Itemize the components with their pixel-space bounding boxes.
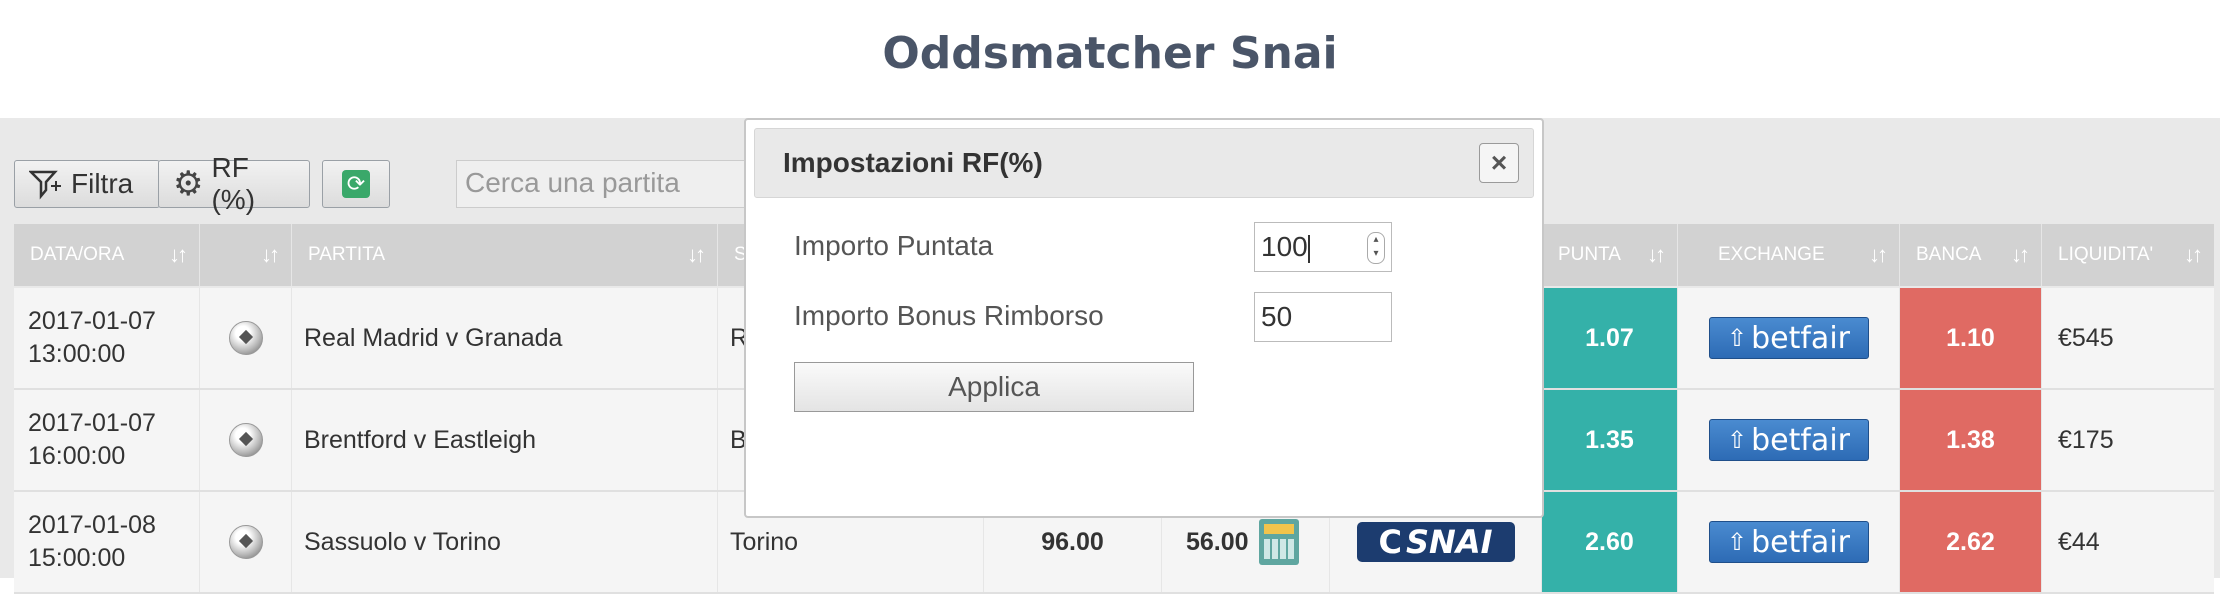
punta-odds[interactable]: 1.35: [1542, 390, 1678, 490]
stake-label: Importo Puntata: [794, 230, 994, 261]
exchange-cell[interactable]: ⇧ betfair: [1678, 390, 1900, 490]
sort-icon: ↓↑: [2184, 242, 2203, 267]
betfair-logo[interactable]: ⇧ betfair: [1708, 419, 1869, 461]
refresh-icon: ⟳: [342, 170, 370, 198]
bonus-label: Importo Bonus Rimborso: [794, 300, 1104, 331]
betfair-arrow-icon: ⇧: [1727, 324, 1748, 352]
text-cursor: [1307, 234, 1310, 263]
close-button[interactable]: ×: [1479, 143, 1519, 183]
col-sport[interactable]: ↓↑: [200, 224, 292, 286]
soccer-ball-icon: [228, 321, 263, 355]
exchange-cell[interactable]: ⇧ betfair: [1678, 492, 1900, 592]
sort-icon: ↓↑: [261, 242, 280, 267]
sort-icon: ↓↑: [2011, 242, 2030, 267]
punta-odds[interactable]: 2.60: [1542, 492, 1678, 592]
sport-cell: [200, 492, 292, 592]
filter-label: Filtra: [71, 168, 134, 199]
betfair-arrow-icon: ⇧: [1727, 528, 1748, 556]
calculator-icon[interactable]: [1258, 519, 1299, 565]
date-cell: 2017-01-07 16:00:00: [14, 390, 200, 490]
sort-icon: ↓↑: [1647, 242, 1666, 267]
filter-icon: [29, 170, 61, 200]
search-input[interactable]: Cerca una partita: [456, 160, 756, 208]
match-cell: Sassuolo v Torino: [292, 492, 718, 592]
col-match[interactable]: PARTITA ↓↑: [292, 224, 718, 286]
liquidity-cell: €545: [2058, 323, 2114, 352]
sport-cell: [200, 288, 292, 388]
stake-input[interactable]: 100 ▴ ▾: [1254, 222, 1392, 272]
col-punta[interactable]: PUNTA ↓↑: [1542, 224, 1678, 286]
sort-icon: ↓↑: [169, 242, 188, 267]
match-cell: Real Madrid v Granada: [292, 288, 718, 388]
col-exchange[interactable]: EXCHANGE ↓↑: [1678, 224, 1900, 286]
banca-odds[interactable]: 1.10: [1900, 288, 2042, 388]
banca-odds[interactable]: 1.38: [1900, 390, 2042, 490]
snai-c-icon: C: [1378, 523, 1402, 561]
col-banca[interactable]: BANCA ↓↑: [1900, 224, 2042, 286]
refresh-button[interactable]: ⟳: [322, 160, 390, 208]
soccer-ball-icon: [228, 423, 263, 457]
liquidity-cell: €175: [2058, 425, 2114, 454]
date-cell: 2017-01-07 13:00:00: [14, 288, 200, 388]
liquidity-cell: €44: [2058, 527, 2100, 556]
sport-cell: [200, 390, 292, 490]
betfair-logo[interactable]: ⇧ betfair: [1708, 317, 1869, 359]
betfair-logo[interactable]: ⇧ betfair: [1708, 521, 1869, 563]
number-stepper[interactable]: ▴ ▾: [1367, 232, 1385, 264]
apply-button[interactable]: Applica: [794, 362, 1194, 412]
col-liquidity[interactable]: LIQUIDITA' ↓↑: [2042, 224, 2214, 286]
match-cell: Brentford v Eastleigh: [292, 390, 718, 490]
gear-icon: ⚙: [173, 165, 204, 203]
close-icon: ×: [1490, 147, 1508, 178]
page-title: Oddsmatcher Snai: [882, 28, 1338, 79]
date-cell: 2017-01-08 15:00:00: [14, 492, 200, 592]
punta-odds[interactable]: 1.07: [1542, 288, 1678, 388]
rf-settings-modal: Impostazioni RF(%) × Importo Puntata 100…: [744, 118, 1544, 518]
exchange-cell[interactable]: ⇧ betfair: [1678, 288, 1900, 388]
filter-button[interactable]: Filtra: [14, 160, 160, 208]
bonus-input[interactable]: 50: [1254, 292, 1392, 342]
betfair-arrow-icon: ⇧: [1727, 426, 1748, 454]
modal-header: Impostazioni RF(%) ×: [754, 128, 1534, 198]
page-header: Oddsmatcher Snai: [0, 0, 2220, 118]
modal-title: Impostazioni RF(%): [783, 147, 1043, 178]
rf-settings-button[interactable]: ⚙ RF (%): [158, 152, 310, 215]
snai-logo[interactable]: C SNAI: [1356, 522, 1515, 562]
soccer-ball-icon: [228, 525, 263, 559]
sort-icon: ↓↑: [687, 242, 706, 267]
rf-label: RF (%): [211, 152, 256, 215]
banca-odds[interactable]: 2.62: [1900, 492, 2042, 592]
sort-icon: ↓↑: [1869, 242, 1888, 267]
col-date[interactable]: DATA/ORA ↓↑: [14, 224, 200, 286]
